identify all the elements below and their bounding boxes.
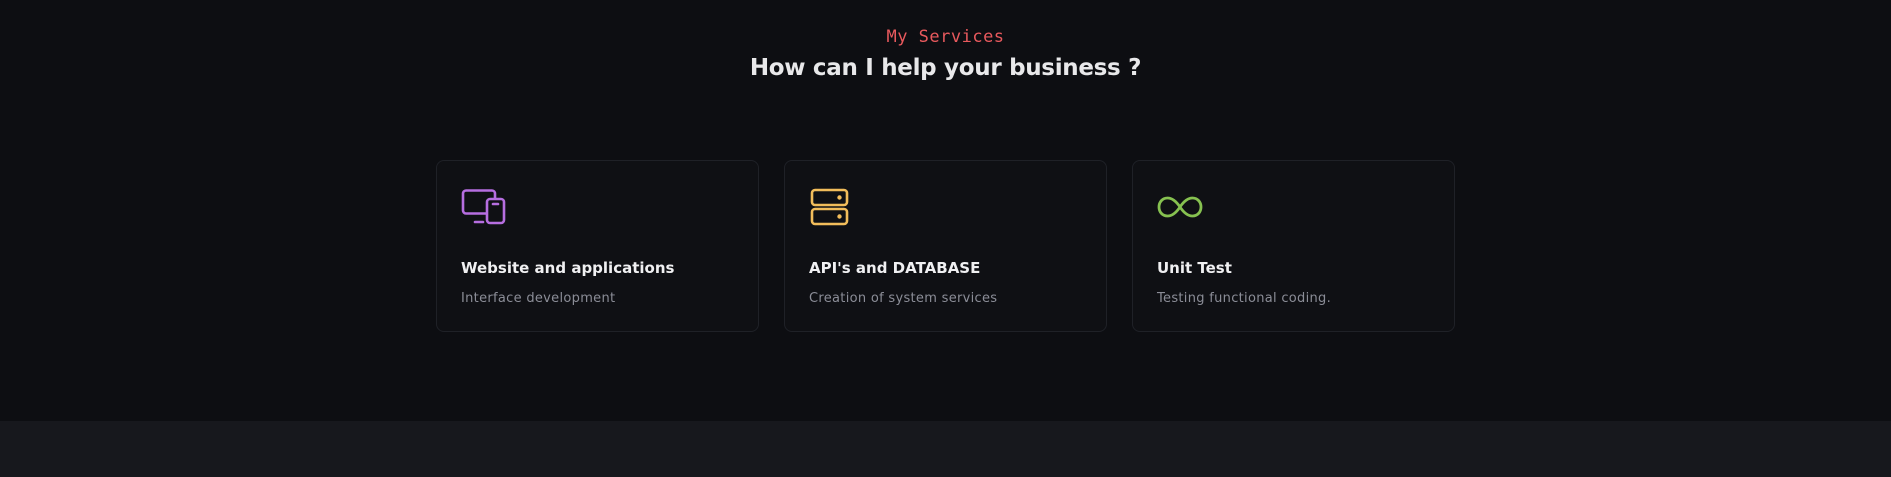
service-card-title: Website and applications [461, 259, 675, 277]
service-card-description: Interface development [461, 291, 616, 306]
server-icon [810, 188, 849, 226]
service-card-unit-test: Unit Test Testing functional coding. [1132, 160, 1455, 332]
service-cards: Website and applications Interface devel… [436, 160, 1455, 332]
services-section: My Services How can I help your business… [0, 0, 1891, 421]
service-card-title: API's and DATABASE [809, 259, 981, 277]
footer-band [0, 421, 1891, 477]
service-card-title: Unit Test [1157, 259, 1232, 277]
service-card-description: Testing functional coding. [1157, 291, 1332, 306]
infinity-icon [1157, 196, 1203, 218]
service-card-website: Website and applications Interface devel… [436, 160, 759, 332]
devices-icon [461, 189, 506, 225]
service-card-api: API's and DATABASE Creation of system se… [784, 160, 1107, 332]
section-eyebrow: My Services [886, 27, 1005, 47]
service-card-description: Creation of system services [809, 291, 998, 306]
section-heading: How can I help your business ? [749, 55, 1142, 81]
